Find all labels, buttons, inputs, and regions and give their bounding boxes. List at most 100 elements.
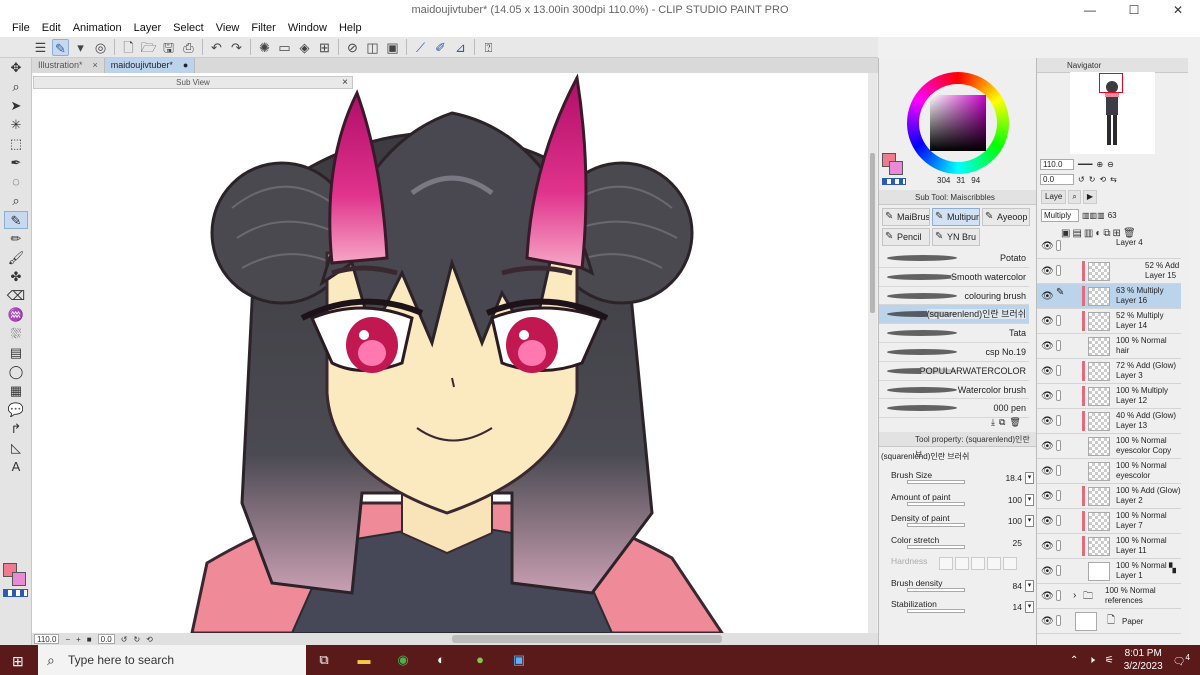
notification-icon[interactable]: 🗨4 [1173,652,1190,667]
group-maibrus[interactable]: MaiBrus [882,208,930,226]
duplicate-icon[interactable]: ⧉ [999,417,1005,428]
layer-lock-icon[interactable] [1056,540,1061,551]
tab-autoaction-icon[interactable]: ▶ [1082,190,1097,204]
layer-row[interactable]: 👁 100 % Normal eyescolor Copy [1037,434,1181,459]
menu-icon[interactable]: ☰ [32,39,49,56]
reset-icon[interactable]: ⟲ [1099,175,1106,184]
pen-icon[interactable]: ✎ [4,211,28,229]
gradient-icon[interactable]: ▤ [4,344,28,362]
frame-icon[interactable]: ▦ [4,382,28,400]
redo-icon[interactable]: ↷ [228,39,245,56]
open-file-icon[interactable]: 🗁 [140,39,157,56]
brush-item[interactable]: Smooth watercolor [879,268,1029,287]
navigator-preview[interactable] [1070,72,1155,154]
snap-special-ruler-icon[interactable]: ✐ [432,39,449,56]
transparent-color-swatch[interactable] [882,178,906,185]
visibility-eye-icon[interactable]: 👁 [1041,466,1054,477]
visibility-eye-icon[interactable]: 👁 [1041,591,1054,602]
navigator-zoom-field[interactable]: 110.0 [1040,158,1074,170]
layer-lock-icon[interactable] [1056,365,1061,376]
snap-ruler-icon[interactable]: ⟋ [412,39,429,56]
pencil-icon[interactable]: ✏ [4,230,28,248]
prop-density-of-paint[interactable]: Density of paint 100 ▾ [879,512,1036,534]
layer-row[interactable]: 👁 100 % Normal Layer 1 ▚ [1037,559,1181,584]
layer-lock-icon[interactable] [1056,565,1061,576]
tab-layer[interactable]: Laye [1041,190,1067,204]
text-icon[interactable]: A [4,458,28,476]
layer-row[interactable]: 👁 52 % Add Layer 15 [1037,259,1181,284]
layer-lock-icon[interactable] [1056,390,1061,401]
clear-icon[interactable]: ▭ [276,39,293,56]
layer-row-selected[interactable]: 👁 ✎ 63 % Multiply Layer 16 [1037,284,1181,309]
clip-studio-icon[interactable]: ◎ [92,39,109,56]
expand-chevron-icon[interactable]: › [1073,590,1076,601]
prop-amount-of-paint[interactable]: Amount of paint 100 ▾ [879,491,1036,513]
new-file-icon[interactable]: 🗋 [120,39,137,56]
layer-lock-icon[interactable] [1056,515,1061,526]
sub-color-swatch[interactable] [12,572,26,586]
prop-color-stretch[interactable]: Color stretch 25 [879,534,1036,556]
layer-lock-icon[interactable] [1056,590,1061,601]
chevron-down-icon[interactable]: ▾ [1025,472,1034,484]
auto-select-icon[interactable]: ✳ [4,116,28,134]
layer-lock-icon[interactable] [1056,615,1061,626]
blend-icon[interactable]: ♒ [4,306,28,324]
layer-row[interactable]: 👁 100 % Normal eyescolor [1037,459,1181,484]
prop-slider[interactable] [907,501,965,506]
selection-area-icon[interactable]: ⬚ [4,135,28,153]
tab-illustration[interactable]: Illustration* × [32,58,105,73]
layer-lock-icon[interactable] [1056,240,1061,251]
visibility-eye-icon[interactable]: 👁 [1041,366,1054,377]
brush-item[interactable]: csp No.19 [879,343,1029,362]
windows-start-icon[interactable]: ⊞ [12,653,24,670]
rotate-right-icon[interactable]: ↻ [1089,175,1096,184]
invert-selection-icon[interactable]: ◫ [364,39,381,56]
zoom-field[interactable]: 110.0 [34,634,60,644]
canvas-horizontal-scrollbar[interactable] [452,635,722,643]
prop-slider[interactable] [907,523,965,527]
save-as-icon[interactable]: ⎙ [180,39,197,56]
menu-animation[interactable]: Animation [67,20,128,37]
layer-row[interactable]: 👁 100 % Normal hair [1037,334,1181,359]
visibility-eye-icon[interactable]: 👁 [1041,491,1054,502]
prop-brush-size[interactable]: Brush Size 18.4 ▾ [879,469,1036,491]
stop-icon[interactable]: ■ [87,635,92,644]
minimize-button[interactable]: — [1068,0,1112,20]
zoom-in-icon[interactable]: ⊕ [1096,160,1103,169]
tab-close-icon[interactable]: × [93,58,98,73]
layer-lock-icon[interactable] [1056,340,1061,351]
selection-icon[interactable]: ▣ [384,39,401,56]
menu-select[interactable]: Select [167,20,210,37]
app-icon-green[interactable]: ● [472,652,488,668]
chevron-down-icon[interactable]: ▾ [1025,493,1034,506]
zoom-out-icon[interactable]: − [65,635,70,644]
blend-mode-select[interactable]: Multiply [1041,208,1079,222]
prop-slider[interactable] [907,544,965,549]
layer-lock-icon[interactable] [1056,265,1061,276]
folder-row[interactable]: 👁 › 🗀 100 % Normal references [1037,584,1181,609]
visibility-eye-icon[interactable]: 👁 [1041,316,1054,327]
group-pencil[interactable]: Pencil [882,228,930,246]
sub-color-swatch[interactable] [889,161,903,175]
transform-icon[interactable]: ⊞ [316,39,333,56]
tab-maidoujivtuber[interactable]: maidoujivtuber* ● [104,58,196,73]
visibility-eye-icon[interactable]: 👁 [1041,541,1054,552]
layer-row[interactable]: 👁 52 % Multiply Layer 14 [1037,309,1181,334]
brush-item[interactable]: 000 pen [879,399,1029,419]
object-icon[interactable]: ➤ [4,97,28,115]
visibility-eye-icon[interactable]: 👁 [1041,391,1054,402]
brush-tool-icon[interactable]: ✎ [52,38,69,56]
volume-icon[interactable]: 🕨 [1088,655,1094,666]
prop-value[interactable]: 18.4 [1005,473,1022,483]
ruler-icon[interactable]: ◺ [4,439,28,457]
chevron-down-icon[interactable]: ▾ [1025,601,1034,613]
layer-row[interactable]: 👁 100 % Normal Layer 11 [1037,534,1181,559]
layer-row[interactable]: 👁 Layer 4 [1037,234,1181,259]
menu-help[interactable]: Help [333,20,368,37]
fill-icon[interactable]: ◈ [296,39,313,56]
visibility-eye-icon[interactable]: 👁 [1041,566,1054,577]
brush-item[interactable]: Potato [879,249,1029,268]
brush-icon[interactable]: 🖌 [4,249,28,267]
menu-window[interactable]: Window [282,20,333,37]
clock[interactable]: 8:01 PM 3/2/2023 [1124,647,1163,673]
